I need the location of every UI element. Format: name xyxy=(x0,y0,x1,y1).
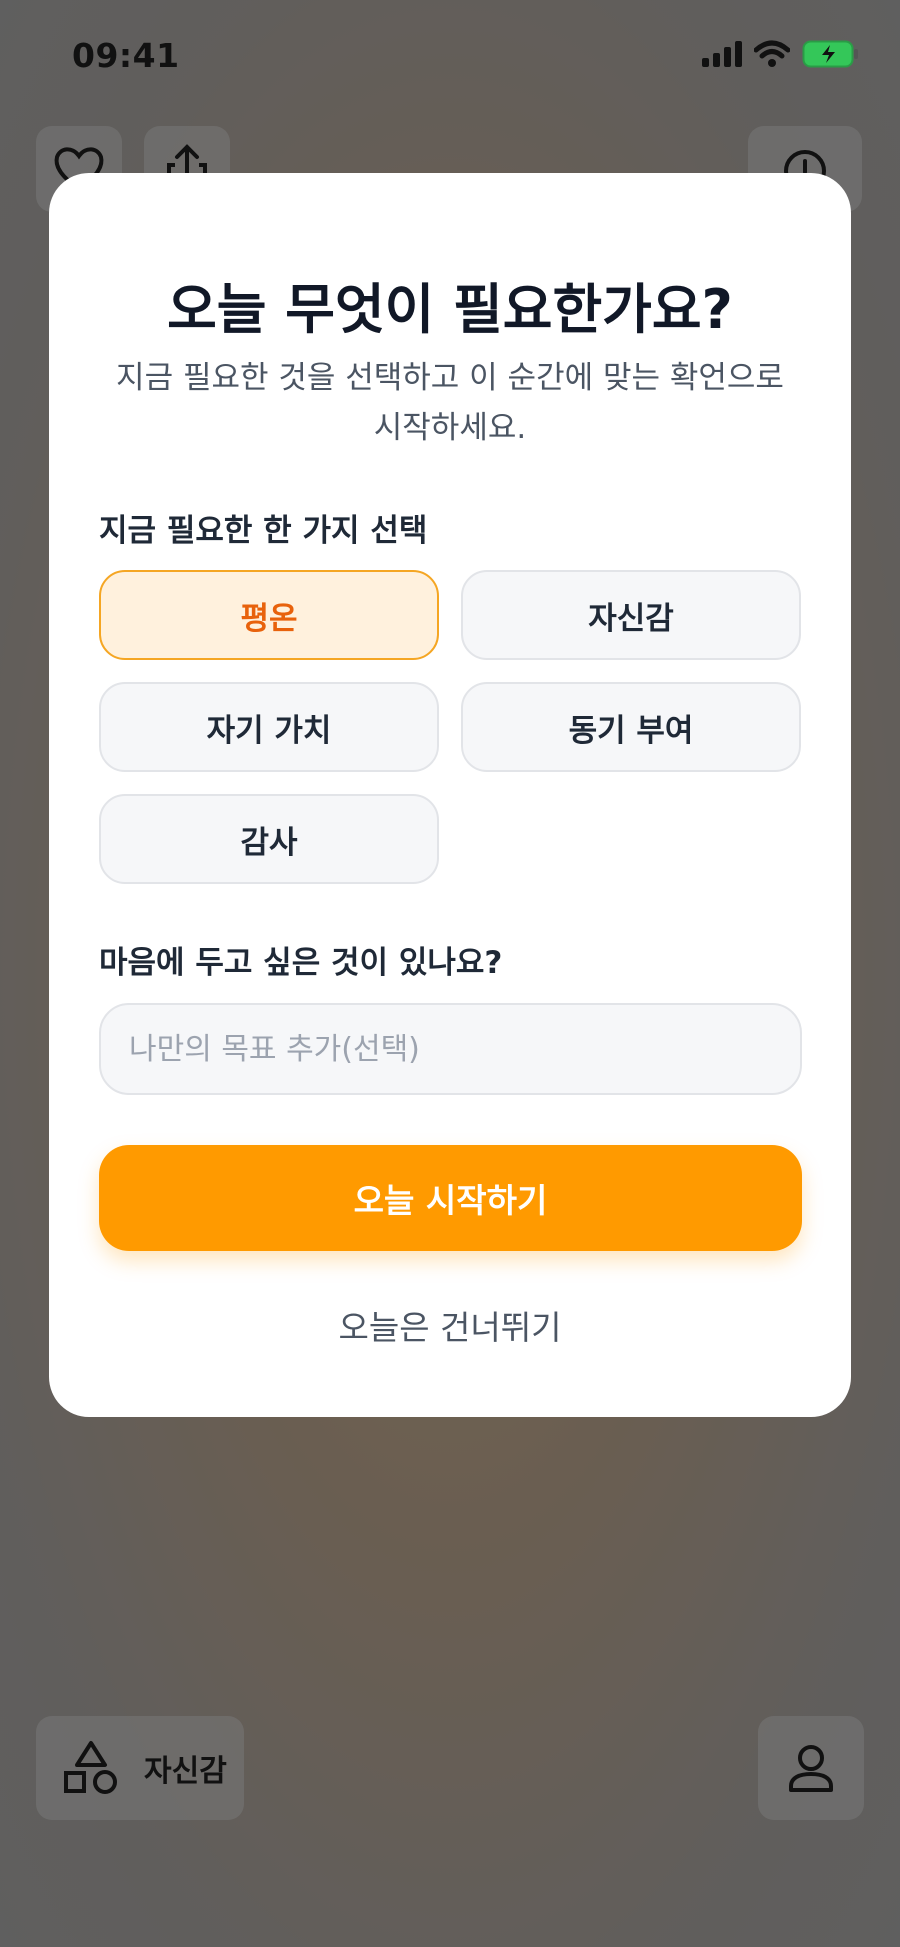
shapes-icon xyxy=(64,1741,117,1794)
choice-section-label: 지금 필요한 한 가지 선택 xyxy=(99,513,428,549)
profile-icon xyxy=(789,1745,833,1792)
wifi-icon xyxy=(754,40,790,67)
category-label: 자신감 xyxy=(144,1754,227,1789)
modal-title: 오늘 무엇이 필요한가요? xyxy=(167,278,733,341)
status-icons xyxy=(702,40,860,68)
option-gratitude[interactable]: 감사 xyxy=(99,794,439,884)
goal-input[interactable] xyxy=(99,1003,802,1095)
profile-button[interactable] xyxy=(758,1716,864,1820)
option-motivation[interactable]: 동기 부여 xyxy=(461,682,801,772)
category-button[interactable]: 자신감 xyxy=(36,1716,244,1820)
start-today-button[interactable]: 오늘 시작하기 xyxy=(99,1145,802,1251)
option-self-worth[interactable]: 자기 가치 xyxy=(99,682,439,772)
skip-today-link[interactable]: 오늘은 건너뛰기 xyxy=(49,1301,851,1349)
status-time: 09:41 xyxy=(72,36,180,75)
option-confidence[interactable]: 자신감 xyxy=(461,570,801,660)
battery-icon xyxy=(802,40,858,68)
goal-section-label: 마음에 두고 싶은 것이 있나요? xyxy=(99,945,503,981)
option-calm[interactable]: 평온 xyxy=(99,570,439,660)
signal-icon xyxy=(702,41,742,67)
need-selection-modal: 오늘 무엇이 필요한가요? 지금 필요한 것을 선택하고 이 순간에 맞는 확언… xyxy=(49,173,851,1417)
modal-subtitle: 지금 필요한 것을 선택하고 이 순간에 맞는 확언으로 시작하세요. xyxy=(116,360,784,446)
